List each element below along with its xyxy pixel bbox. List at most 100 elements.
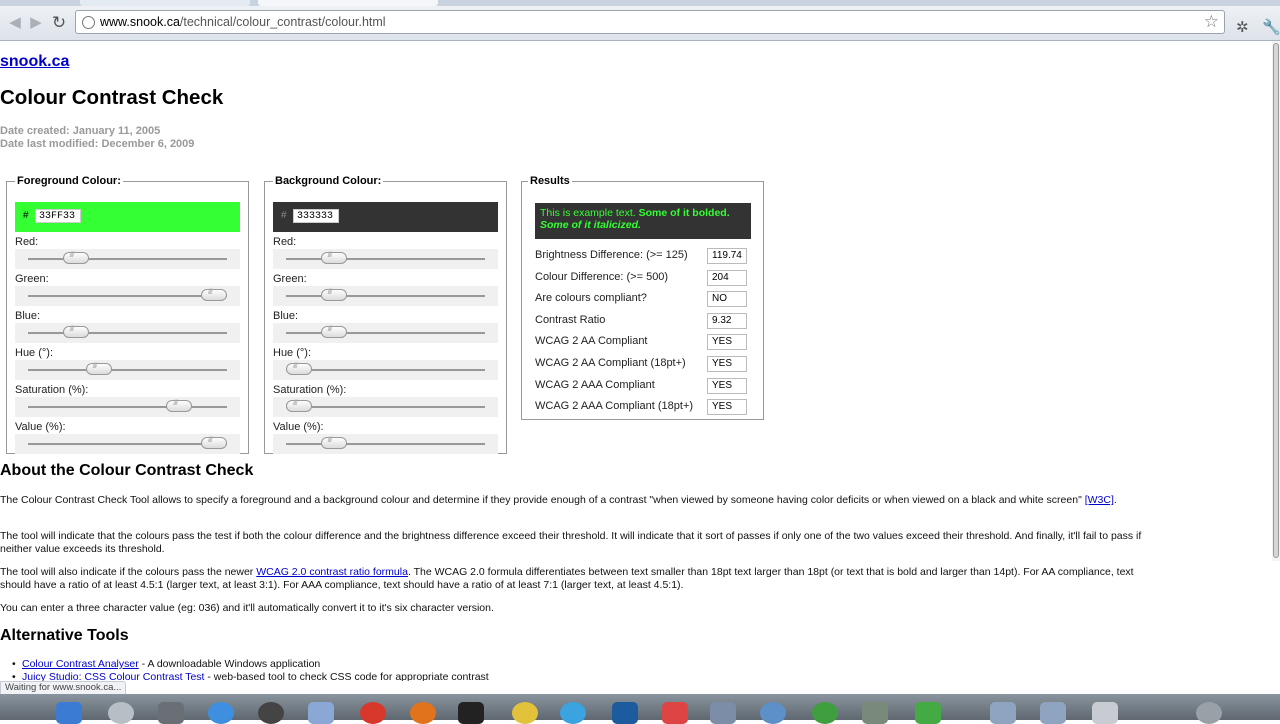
slider-label: Blue:: [15, 310, 41, 322]
files-icon[interactable]: [710, 702, 736, 724]
back-icon[interactable]: ◀: [6, 14, 24, 32]
skype-icon[interactable]: [560, 702, 586, 724]
result-value: 119.74: [707, 248, 747, 264]
result-label: WCAG 2 AAA Compliant (18pt+): [535, 400, 694, 413]
colour-contrast-analyser-link[interactable]: Colour Contrast Analyser: [22, 658, 139, 670]
result-label: Brightness Difference: (>= 125): [535, 249, 688, 261]
slider-track: [28, 332, 227, 335]
address-bar[interactable]: www.snook.ca/technical/colour_contrast/c…: [75, 10, 1225, 34]
foreground-slider-5[interactable]: [15, 434, 240, 454]
spotify-icon[interactable]: [812, 702, 838, 724]
applications-folder-icon[interactable]: [990, 702, 1016, 724]
dock: [0, 694, 1280, 724]
dashboard-icon[interactable]: [108, 702, 134, 724]
hash-label: #: [23, 210, 29, 221]
alternative-tools-heading: Alternative Tools: [0, 627, 129, 644]
forward-icon[interactable]: ▶: [27, 14, 45, 32]
slider-handle[interactable]: [320, 437, 347, 449]
site-link[interactable]: snook.ca: [0, 53, 69, 71]
background-hex-input[interactable]: 333333: [293, 209, 339, 223]
background-slider-3[interactable]: [273, 360, 498, 380]
about-paragraph-3: The tool will also indicate if the colou…: [0, 566, 1134, 591]
result-value: YES: [707, 399, 747, 416]
slider-handle[interactable]: [286, 363, 312, 375]
slider-handle[interactable]: [201, 437, 227, 449]
trash-icon[interactable]: [1196, 702, 1222, 724]
slider-handle[interactable]: [320, 252, 347, 264]
wrench-icon[interactable]: 🔧: [1262, 18, 1280, 36]
screen-recorder-icon[interactable]: [915, 702, 941, 724]
list-item: • Colour Contrast Analyser - A downloadab…: [12, 658, 321, 670]
slider-label: Blue:: [273, 310, 299, 322]
cyberduck-icon[interactable]: [512, 702, 538, 724]
foreground-slider-0[interactable]: [15, 249, 240, 269]
hash-label: #: [281, 210, 287, 221]
slider-handle[interactable]: [62, 326, 89, 338]
result-value: 204: [707, 269, 747, 286]
result-label: WCAG 2 AAA Compliant: [535, 378, 655, 391]
result-label: WCAG 2 AA Compliant: [535, 335, 648, 348]
foreground-slider-1[interactable]: [15, 286, 240, 306]
slider-track: [286, 295, 485, 298]
page-title: Colour Contrast Check: [0, 86, 224, 109]
result-value: NO: [707, 291, 747, 308]
finder-icon[interactable]: [56, 702, 82, 724]
background-slider-1[interactable]: [273, 286, 498, 306]
foreground-slider-2[interactable]: [15, 323, 240, 343]
app-icon[interactable]: [862, 702, 888, 724]
network-icon[interactable]: [760, 702, 786, 724]
chrome-icon[interactable]: [360, 702, 386, 724]
sample-plain-text: This is example text.: [540, 207, 636, 219]
slider-label: Hue (°):: [273, 347, 312, 359]
url-text[interactable]: www.snook.ca/technical/colour_contrast/c…: [100, 15, 386, 29]
preview-icon[interactable]: [308, 702, 334, 724]
firefox-icon[interactable]: [410, 702, 436, 724]
result-label: Colour Difference: (>= 500): [535, 270, 669, 283]
results-panel: Results This is example text. Some of it…: [521, 175, 764, 420]
foreground-hex-input[interactable]: 33FF33: [35, 209, 81, 223]
slider-track: [286, 443, 485, 446]
scrollbar-thumb[interactable]: [1273, 43, 1279, 558]
foreground-panel: Foreground Colour: # 33FF33 Red: Green: Bl…: [6, 175, 249, 454]
w3c-link[interactable]: [W3C]: [1085, 494, 1114, 506]
terminal-icon[interactable]: [458, 702, 484, 724]
slider-handle[interactable]: [320, 326, 347, 338]
foreground-slider-4[interactable]: [15, 397, 240, 417]
result-value: YES: [707, 334, 747, 351]
slider-handle[interactable]: [201, 289, 227, 301]
calendar-icon[interactable]: [662, 702, 688, 724]
foreground-slider-3[interactable]: [15, 360, 240, 380]
slider-track: [286, 332, 485, 335]
slider-handle[interactable]: [320, 289, 347, 301]
wcag-formula-link[interactable]: WCAG 2.0 contrast ratio formula: [256, 566, 408, 578]
reload-icon[interactable]: ↻: [50, 14, 68, 32]
app-store-icon[interactable]: [208, 702, 234, 724]
documents-folder-icon[interactable]: [1040, 702, 1066, 724]
slider-label: Red:: [15, 236, 39, 248]
extension-icon[interactable]: ✲: [1236, 18, 1249, 36]
slider-track: [28, 258, 227, 261]
bookmark-star-icon[interactable]: ☆: [1204, 12, 1219, 32]
photoshop-icon[interactable]: [612, 702, 638, 724]
slider-label: Value (%):: [273, 421, 324, 433]
slider-track: [28, 295, 227, 298]
slider-handle[interactable]: [166, 400, 193, 412]
slider-track: [286, 406, 485, 409]
date-modified: Date last modified: December 6, 2009: [0, 138, 195, 150]
sample-bold-text: Some of it bolded.: [638, 207, 730, 219]
page-scrollbar[interactable]: [1272, 41, 1280, 561]
downloads-icon[interactable]: [1092, 702, 1118, 724]
background-slider-0[interactable]: [273, 249, 498, 269]
mail-icon[interactable]: [158, 702, 184, 724]
slider-handle[interactable]: [62, 252, 89, 264]
background-slider-5[interactable]: [273, 434, 498, 454]
system-prefs-icon[interactable]: [258, 702, 284, 724]
slider-label: Saturation (%):: [273, 384, 347, 396]
background-slider-2[interactable]: [273, 323, 498, 343]
juicy-studio-link[interactable]: Juicy Studio: CSS Colour Contrast Test: [22, 671, 204, 681]
slider-handle[interactable]: [85, 363, 112, 375]
result-value: 9.32: [707, 312, 747, 329]
slider-track: [286, 258, 485, 261]
background-slider-4[interactable]: [273, 397, 498, 417]
slider-handle[interactable]: [286, 400, 312, 412]
